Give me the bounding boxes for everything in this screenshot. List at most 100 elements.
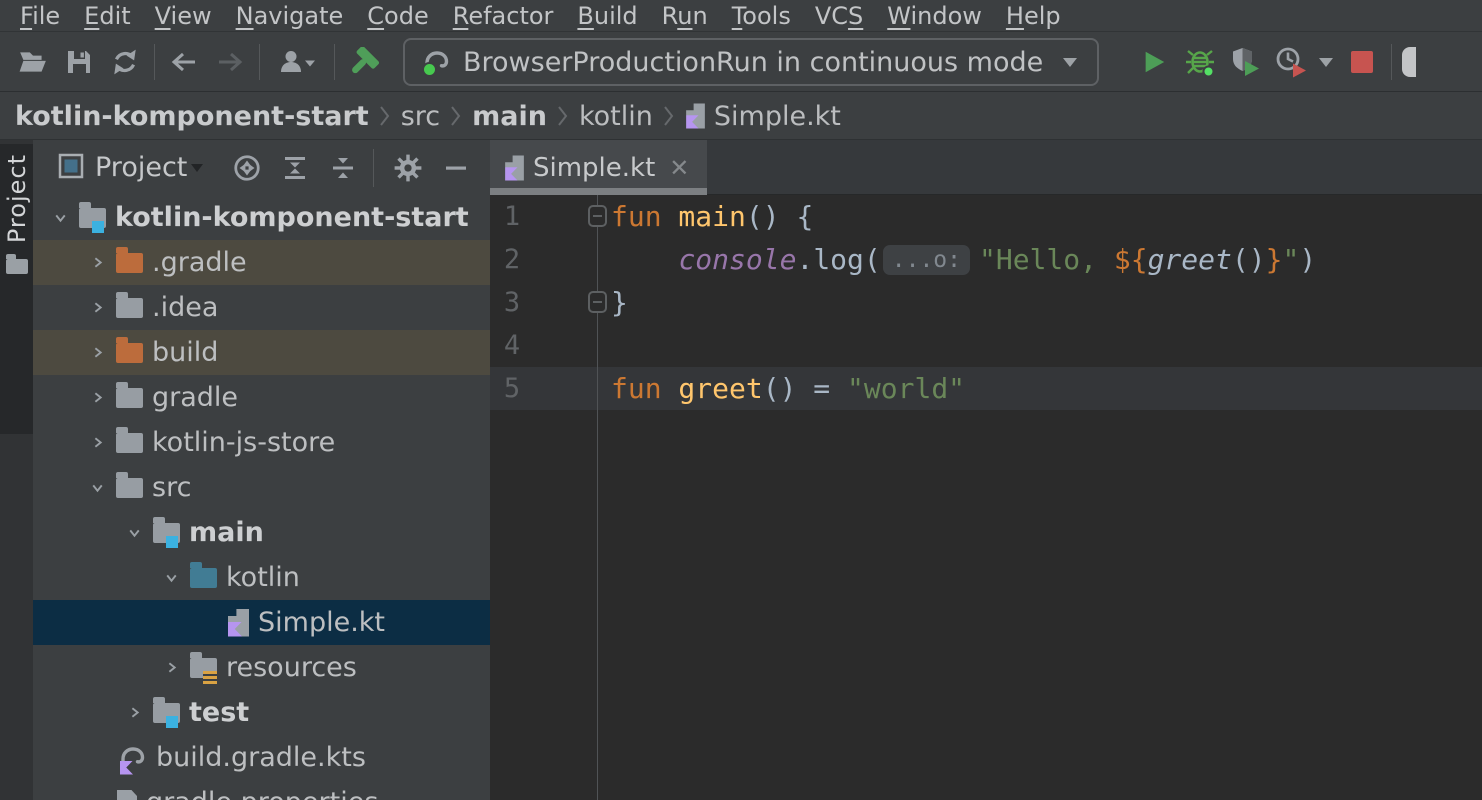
- stripe-label: Project: [3, 154, 31, 243]
- tab-simple-kt[interactable]: Simple.kt ✕: [490, 140, 707, 195]
- menu-navigate[interactable]: Navigate: [224, 0, 356, 32]
- tree-row-gradle-properties[interactable]: gradle.properties: [33, 780, 490, 800]
- tree-row-gradle-dir[interactable]: .gradle: [33, 240, 490, 285]
- chevron-right-icon[interactable]: [78, 330, 116, 375]
- menu-run[interactable]: Run: [650, 0, 720, 32]
- menu-file[interactable]: File: [8, 0, 72, 32]
- tree-row-build-gradle-kts[interactable]: build.gradle.kts: [33, 735, 490, 780]
- chevron-right-icon[interactable]: [78, 240, 116, 285]
- active-tab-indicator: [490, 188, 707, 195]
- expand-all-icon[interactable]: [273, 146, 317, 190]
- chevron-down-icon[interactable]: [78, 465, 116, 510]
- menu-code[interactable]: Code: [355, 0, 440, 32]
- code-line-3[interactable]: }: [604, 281, 1482, 324]
- chevron-right-icon: [379, 103, 391, 129]
- chevron-down-icon[interactable]: [41, 195, 79, 240]
- editor-tab-bar: Simple.kt ✕: [490, 140, 1482, 195]
- hide-panel-icon[interactable]: [434, 146, 478, 190]
- toolbar-separator: [259, 44, 260, 80]
- chevron-right-icon[interactable]: [115, 690, 153, 735]
- collaborate-user-icon[interactable]: [266, 39, 328, 85]
- tree-row-idea[interactable]: .idea: [33, 285, 490, 330]
- code-line-4[interactable]: [604, 324, 1482, 367]
- save-all-icon[interactable]: [56, 39, 102, 85]
- back-icon[interactable]: [161, 39, 207, 85]
- close-icon[interactable]: ✕: [669, 156, 689, 180]
- toolbar-separator: [1391, 44, 1392, 80]
- tree-row-test[interactable]: test: [33, 690, 490, 735]
- tab-label: Simple.kt: [533, 153, 655, 183]
- build-hammer-icon[interactable]: [341, 39, 387, 85]
- module-folder-icon: [153, 703, 180, 723]
- code-editor[interactable]: 1 2 3 4 5 fun main() { console.log(...o:…: [490, 195, 1482, 800]
- tree-row-resources[interactable]: resources: [33, 645, 490, 690]
- settings-gear-icon[interactable]: [386, 146, 430, 190]
- folder-icon: [116, 388, 143, 408]
- menu-refactor[interactable]: Refactor: [441, 0, 566, 32]
- gutter-separator: [597, 195, 598, 800]
- stop-icon[interactable]: [1339, 39, 1385, 85]
- code-line-2[interactable]: console.log(...o:"Hello, ${greet()}"): [604, 238, 1482, 281]
- toolbar-separator: [154, 44, 155, 80]
- excluded-folder-icon: [116, 343, 143, 363]
- debug-icon[interactable]: [1177, 39, 1223, 85]
- folder-icon: [116, 298, 143, 318]
- run-icon[interactable]: [1131, 39, 1177, 85]
- forward-icon[interactable]: [207, 39, 253, 85]
- chevron-right-icon[interactable]: [78, 375, 116, 420]
- menu-edit[interactable]: Edit: [72, 0, 142, 32]
- tree-row-kotlin[interactable]: kotlin: [33, 555, 490, 600]
- open-folder-icon[interactable]: [10, 39, 56, 85]
- collapse-all-icon[interactable]: [321, 146, 365, 190]
- project-stripe-button[interactable]: Project: [0, 144, 33, 434]
- menu-view[interactable]: View: [143, 0, 224, 32]
- run-configuration-select[interactable]: BrowserProductionRun in continuous mode: [403, 38, 1099, 86]
- line-number: 4: [490, 324, 534, 367]
- line-number: 5: [490, 367, 534, 410]
- ide-window: File Edit View Navigate Code Refactor Bu…: [0, 0, 1482, 800]
- running-dot: [422, 62, 437, 77]
- menu-tools[interactable]: Tools: [720, 0, 803, 32]
- chevron-down-icon[interactable]: [115, 510, 153, 555]
- pane-title[interactable]: Project: [95, 152, 187, 183]
- project-root-folder-icon: [79, 208, 106, 228]
- chevron-right-icon: [663, 103, 675, 129]
- kotlin-file-icon: [505, 155, 524, 180]
- breadcrumb-project[interactable]: kotlin-komponent-start: [15, 101, 369, 132]
- menu-vcs[interactable]: VCS: [803, 0, 875, 32]
- locate-file-icon[interactable]: [225, 146, 269, 190]
- run-configuration-label: BrowserProductionRun in continuous mode: [463, 47, 1043, 78]
- tree-row-simple-kt[interactable]: Simple.kt: [33, 600, 490, 645]
- clipped-toolbar-icon[interactable]: [1402, 47, 1416, 77]
- tree-row-build[interactable]: build: [33, 330, 490, 375]
- breadcrumb-kotlin[interactable]: kotlin: [579, 101, 653, 132]
- line-number: 3: [490, 281, 534, 324]
- gradle-elephant-icon: [421, 47, 451, 77]
- line-number: 1: [490, 195, 534, 238]
- menu-help[interactable]: Help: [994, 0, 1073, 32]
- breadcrumb-src[interactable]: src: [401, 101, 440, 132]
- menu-window[interactable]: Window: [875, 0, 994, 32]
- sync-icon[interactable]: [102, 39, 148, 85]
- chevron-right-icon[interactable]: [152, 645, 190, 690]
- tree-row-gradle[interactable]: gradle: [33, 375, 490, 420]
- folder-icon: [116, 433, 143, 453]
- chevron-down-icon[interactable]: [152, 555, 190, 600]
- header-separator: [373, 149, 374, 187]
- tree-row-root[interactable]: kotlin-komponent-start: [33, 195, 490, 240]
- menu-build[interactable]: Build: [565, 0, 649, 32]
- breadcrumb-main[interactable]: main: [472, 101, 547, 132]
- resources-folder-icon: [190, 658, 217, 678]
- code-line-5[interactable]: fun greet() = "world": [604, 367, 1482, 410]
- tree-row-src[interactable]: src: [33, 465, 490, 510]
- profiler-icon[interactable]: [1269, 39, 1339, 85]
- folder-icon: [6, 259, 28, 274]
- breadcrumb-file[interactable]: Simple.kt: [714, 101, 841, 132]
- tree-row-kotlin-js-store[interactable]: kotlin-js-store: [33, 420, 490, 465]
- code-line-1[interactable]: fun main() {: [604, 195, 1482, 238]
- code-area[interactable]: fun main() { console.log(...o:"Hello, ${…: [604, 195, 1482, 410]
- chevron-right-icon[interactable]: [78, 420, 116, 465]
- chevron-right-icon[interactable]: [78, 285, 116, 330]
- tree-row-main[interactable]: main: [33, 510, 490, 555]
- run-with-coverage-icon[interactable]: [1223, 39, 1269, 85]
